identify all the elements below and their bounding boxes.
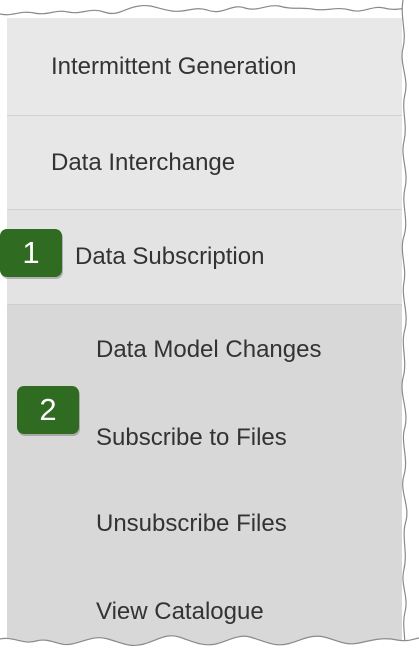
submenu-item-label: Subscribe to Files	[96, 423, 287, 451]
callout-number: 1	[22, 235, 40, 270]
menu-item-data-interchange[interactable]: Data Interchange	[7, 116, 402, 210]
submenu-item-view-catalogue[interactable]: View Catalogue	[7, 567, 402, 648]
menu-item-label: Data Subscription	[75, 243, 265, 270]
torn-paper-screenshot: Intermittent Generation Data Interchange…	[0, 0, 419, 659]
submenu-item-label: View Catalogue	[96, 598, 264, 625]
menu-item-data-subscription[interactable]: Data Subscription	[7, 210, 402, 305]
submenu-item-data-model-changes[interactable]: Data Model Changes	[7, 305, 402, 394]
submenu-item-unsubscribe-files[interactable]: Unsubscribe Files	[7, 481, 402, 567]
callout-number-badge: 2	[17, 386, 79, 434]
callout-number-badge: 1	[0, 229, 62, 277]
callout-number: 2	[39, 392, 57, 427]
menu-item-intermittent-generation[interactable]: Intermittent Generation	[7, 18, 402, 116]
submenu-item-label: Unsubscribe Files	[96, 510, 287, 537]
submenu-item-label: Data Model Changes	[96, 335, 322, 363]
menu-item-label: Intermittent Generation	[51, 52, 297, 80]
menu-item-label: Data Interchange	[51, 148, 236, 176]
navigation-menu: Intermittent Generation Data Interchange…	[7, 18, 402, 648]
